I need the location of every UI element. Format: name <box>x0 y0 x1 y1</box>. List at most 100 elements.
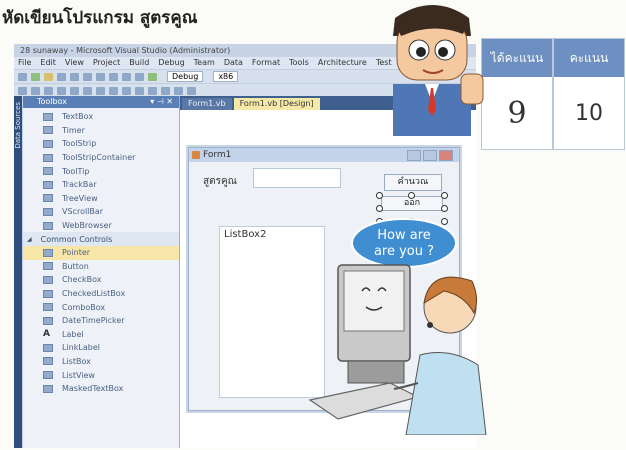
save-icon[interactable] <box>57 72 66 81</box>
send-back-icon[interactable] <box>187 86 196 95</box>
spacing-icon[interactable] <box>135 86 144 95</box>
menu-format[interactable]: Format <box>252 57 280 69</box>
toolbox-item-label: Pointer <box>62 248 91 258</box>
toolbox-item[interactable]: TreeView <box>23 192 179 206</box>
make-same-width-icon[interactable] <box>96 86 105 95</box>
resize-handle[interactable] <box>408 192 415 199</box>
align-lefts-icon[interactable] <box>18 86 27 95</box>
toolbox-item[interactable]: VScrollBar <box>23 205 179 219</box>
tab-form1-design[interactable]: Form1.vb [Design] <box>233 98 320 110</box>
center-horizontally-icon[interactable] <box>148 86 157 95</box>
make-same-size-icon[interactable] <box>122 86 131 95</box>
align-tops-icon[interactable] <box>57 86 66 95</box>
toolbox-item[interactable]: MaskedTextBox <box>23 382 179 396</box>
collapse-arrow-icon[interactable]: ◢ <box>27 236 32 243</box>
toolbox-item-label: ListBox <box>62 356 91 366</box>
toolbox-item-label: LinkLabel <box>62 343 100 353</box>
solution-config-select[interactable]: Debug <box>167 71 204 82</box>
total-score-value: 10 <box>575 100 603 126</box>
toolbox-item[interactable]: ToolStripContainer <box>23 151 179 165</box>
menu-project[interactable]: Project <box>93 57 120 69</box>
copy-icon[interactable] <box>96 72 105 81</box>
redo-icon[interactable] <box>135 72 144 81</box>
toolbox-section-header[interactable]: ◢ Common Controls <box>23 232 179 246</box>
control-icon <box>43 207 53 216</box>
toolbox-item[interactable]: TextBox <box>23 110 179 124</box>
tab-form1-code[interactable]: Form1.vb <box>182 98 232 110</box>
toolbox-item-label: VScrollBar <box>62 207 104 217</box>
align-centers-icon[interactable] <box>31 86 40 95</box>
number-textbox[interactable] <box>253 168 341 188</box>
add-item-icon[interactable] <box>31 72 40 81</box>
toolbox-item[interactable]: Timer <box>23 124 179 138</box>
minimize-icon[interactable] <box>407 150 421 161</box>
paste-icon[interactable] <box>109 72 118 81</box>
close-icon[interactable] <box>439 150 453 161</box>
data-sources-tab[interactable]: Data Sources <box>14 96 22 448</box>
form-window-buttons <box>407 150 453 161</box>
align-rights-icon[interactable] <box>44 86 53 95</box>
keyboard-icon <box>308 382 420 420</box>
page-heading: หัดเขียนโปรแกรม สูตรคูณ <box>2 8 198 28</box>
menu-debug[interactable]: Debug <box>158 57 184 69</box>
toolbox-item[interactable]: Button <box>23 260 179 274</box>
pin-close-icons[interactable]: ▾ ⊣ ✕ <box>150 96 173 108</box>
center-vertically-icon[interactable] <box>161 86 170 95</box>
toolbox-item[interactable]: ListView <box>23 368 179 382</box>
menu-file[interactable]: File <box>18 57 31 69</box>
total-score-label: คะแนน <box>554 39 624 77</box>
resize-handle[interactable] <box>376 192 383 199</box>
earned-score-label: ได้คะแนน <box>482 39 552 77</box>
toolbox-item[interactable]: CheckedListBox <box>23 287 179 301</box>
toolbox-item[interactable]: CheckBox <box>23 273 179 287</box>
toolbox-item[interactable]: A Label <box>23 328 179 342</box>
undo-icon[interactable] <box>122 72 131 81</box>
control-icon <box>43 153 53 162</box>
control-icon <box>43 248 53 257</box>
new-project-icon[interactable] <box>18 72 27 81</box>
form1-title: Form1 <box>203 150 232 160</box>
toolbox-item[interactable]: DateTimePicker <box>23 314 179 328</box>
toolbox-item[interactable]: WebBrowser <box>23 219 179 233</box>
toolbox-item[interactable]: ComboBox <box>23 300 179 314</box>
control-icon <box>43 343 53 352</box>
toolbox-item[interactable]: ListBox <box>23 355 179 369</box>
menu-edit[interactable]: Edit <box>40 57 56 69</box>
monitor-character <box>337 264 411 384</box>
toolbox-item[interactable]: ToolStrip <box>23 137 179 151</box>
menu-tools[interactable]: Tools <box>289 57 309 69</box>
resize-handle[interactable] <box>376 205 383 212</box>
align-middles-icon[interactable] <box>70 86 79 95</box>
toolbox-item[interactable]: TrackBar <box>23 178 179 192</box>
menu-view[interactable]: View <box>65 57 84 69</box>
open-icon[interactable] <box>44 72 53 81</box>
menu-data[interactable]: Data <box>224 57 243 69</box>
save-all-icon[interactable] <box>70 72 79 81</box>
control-icon <box>43 167 53 176</box>
menu-architecture[interactable]: Architecture <box>318 57 367 69</box>
resize-handle[interactable] <box>441 192 448 199</box>
menu-build[interactable]: Build <box>129 57 149 69</box>
toolbox-item[interactable]: ToolTip <box>23 164 179 178</box>
toolbox-item-label: CheckBox <box>62 275 102 285</box>
resize-handle[interactable] <box>441 205 448 212</box>
cut-icon[interactable] <box>83 72 92 81</box>
start-debug-icon[interactable] <box>148 72 157 81</box>
toolbox-item-label: TrackBar <box>62 180 97 190</box>
control-icon <box>43 384 53 393</box>
toolbox-item-label: Timer <box>62 125 85 135</box>
toolbox-item[interactable]: LinkLabel <box>23 341 179 355</box>
align-bottoms-icon[interactable] <box>83 86 92 95</box>
menu-team[interactable]: Team <box>194 57 215 69</box>
toolbox-item[interactable]: Pointer <box>23 245 179 260</box>
calculate-button[interactable]: คำนวณ <box>384 174 442 191</box>
control-icon <box>43 262 53 271</box>
control-icon <box>43 357 53 366</box>
make-same-height-icon[interactable] <box>109 86 118 95</box>
platform-select[interactable]: x86 <box>213 71 239 82</box>
toolbox-item-label: MaskedTextBox <box>62 384 124 394</box>
toolbox-item-label: WebBrowser <box>62 221 112 231</box>
maximize-icon[interactable] <box>423 150 437 161</box>
bring-front-icon[interactable] <box>174 86 183 95</box>
toolbox-item-label: ToolStripContainer <box>62 153 136 163</box>
